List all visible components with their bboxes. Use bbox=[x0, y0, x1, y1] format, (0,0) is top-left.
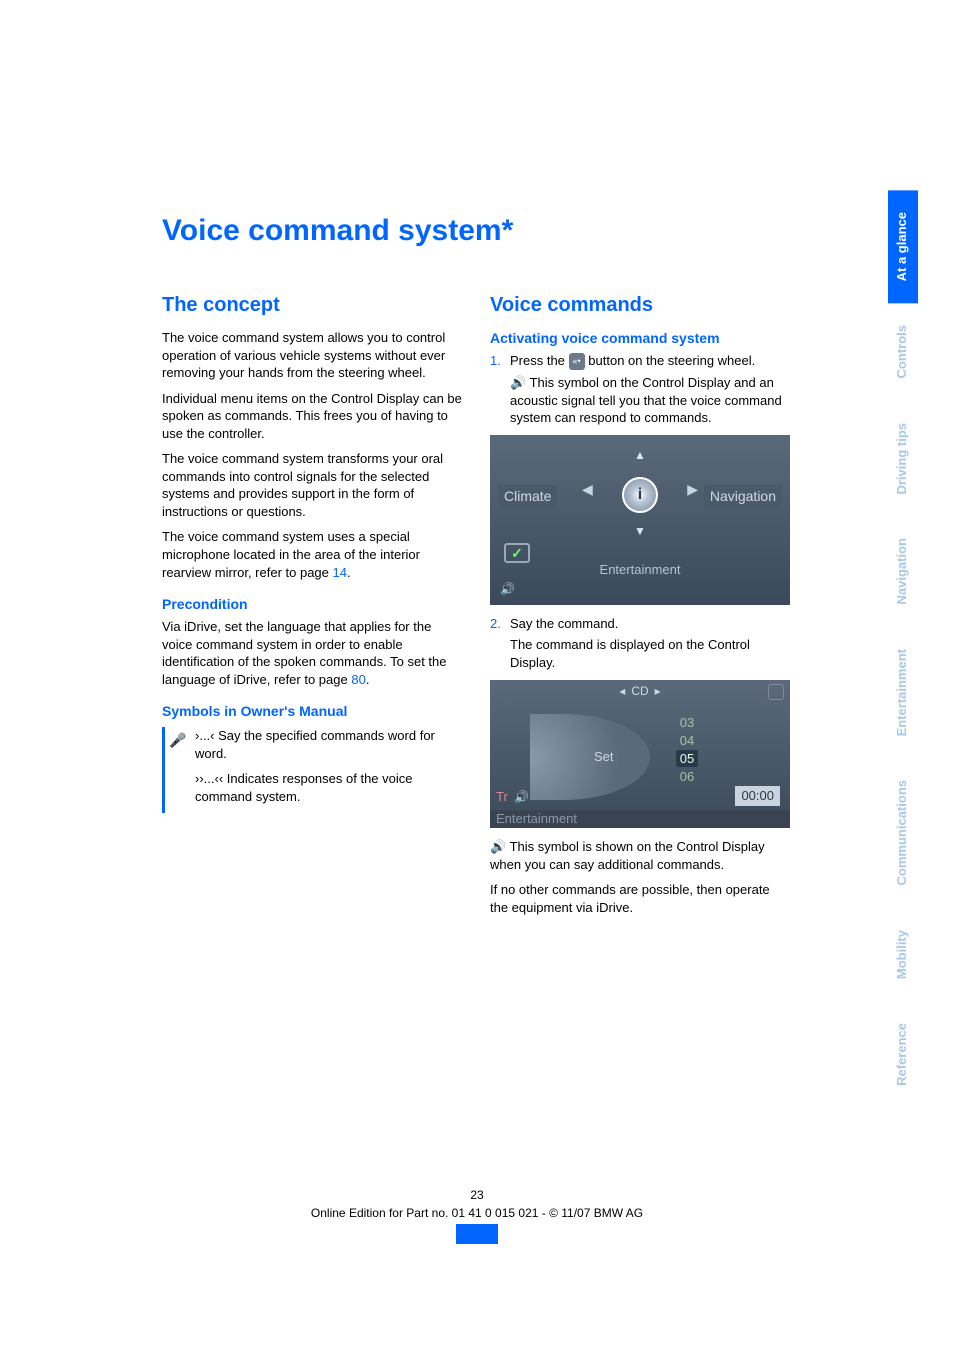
heading-symbols: Symbols in Owner's Manual bbox=[162, 702, 462, 721]
cd-title: CD bbox=[631, 683, 648, 699]
cd-left-arrow-icon: ◂ bbox=[619, 683, 625, 699]
cd-bottom-label: Entertainment bbox=[490, 810, 790, 828]
left-column: The concept The voice command system all… bbox=[162, 292, 462, 925]
tab-driving-tips[interactable]: Driving tips bbox=[888, 401, 918, 517]
cd-track-04: 04 bbox=[676, 732, 698, 750]
tab-navigation[interactable]: Navigation bbox=[888, 516, 918, 626]
heading-voice-commands: Voice commands bbox=[490, 292, 790, 319]
microphone-icon: 🎤 bbox=[169, 729, 187, 751]
heading-activating: Activating voice command system bbox=[490, 329, 790, 348]
cd-track-05: 05 bbox=[676, 750, 698, 768]
tab-at-a-glance[interactable]: At a glance bbox=[888, 190, 918, 303]
menu-center-icon: i bbox=[622, 477, 658, 513]
concept-p2: Individual menu items on the Control Dis… bbox=[162, 390, 462, 443]
symbol-block: 🎤 ›...‹ Say the specified commands word … bbox=[162, 727, 462, 813]
speaker-prompt-icon: 🔊 bbox=[510, 374, 526, 392]
page-ref-80[interactable]: 80 bbox=[351, 672, 365, 687]
page-ref-14[interactable]: 14 bbox=[333, 565, 347, 580]
after-text-2: If no other commands are possible, then … bbox=[490, 881, 790, 916]
tab-entertainment[interactable]: Entertainment bbox=[888, 627, 918, 758]
right-column: Voice commands Activating voice command … bbox=[490, 292, 790, 925]
side-tab-strip: At a glance Controls Driving tips Naviga… bbox=[888, 190, 918, 1108]
voice-button-icon: «• bbox=[569, 353, 585, 369]
chevron-up-icon: ▲ bbox=[634, 447, 646, 463]
control-display-cd: ◂ CD ▸ Set 03 04 05 06 Tr 🔊 00:00 Entert… bbox=[490, 680, 790, 828]
tab-mobility[interactable]: Mobility bbox=[888, 908, 918, 1001]
page-title: Voice command system* bbox=[162, 214, 792, 248]
symbol-response: ››...‹‹ Indicates responses of the voice… bbox=[195, 770, 462, 805]
step-2: Say the command. The command is displaye… bbox=[490, 615, 790, 672]
after-text-1: 🔊 This symbol is shown on the Control Di… bbox=[490, 838, 790, 874]
tab-reference[interactable]: Reference bbox=[888, 1001, 918, 1108]
footer-line: Online Edition for Part no. 01 41 0 015 … bbox=[0, 1204, 954, 1222]
speaker-prompt-icon-2: 🔊 bbox=[490, 838, 506, 856]
menu-entertainment-label: Entertainment bbox=[600, 561, 681, 579]
chevron-down-icon: ▼ bbox=[634, 523, 646, 539]
page-number: 23 bbox=[0, 1186, 954, 1204]
confirm-check-icon: ✓ bbox=[504, 543, 530, 563]
page-marker bbox=[456, 1224, 498, 1244]
menu-arrow-left-icon: ◀ bbox=[582, 480, 593, 499]
menu-climate-label: Climate bbox=[498, 485, 557, 508]
cd-dial bbox=[530, 714, 650, 800]
step-1: Press the «• button on the steering whee… bbox=[490, 352, 790, 427]
concept-p4-text: The voice command system uses a special … bbox=[162, 529, 420, 579]
precondition-text: Via iDrive, set the language that applie… bbox=[162, 618, 462, 688]
heading-precondition: Precondition bbox=[162, 595, 462, 614]
cd-speaker-icon: 🔊 bbox=[514, 789, 529, 805]
concept-p4: The voice command system uses a special … bbox=[162, 528, 462, 581]
cd-set-label: Set bbox=[594, 748, 614, 766]
speaker-status-icon: 🔊 bbox=[500, 581, 515, 597]
step-2a: Say the command. bbox=[510, 616, 618, 631]
step-2b: The command is displayed on the Control … bbox=[510, 636, 790, 671]
control-display-menu: ▲ ◀ i ▶ ▼ Climate Navigation ✓ Entertain… bbox=[490, 435, 790, 605]
cd-time: 00:00 bbox=[735, 786, 780, 806]
cd-right-arrow-icon: ▸ bbox=[655, 683, 661, 699]
menu-navigation-label: Navigation bbox=[704, 485, 782, 508]
cd-corner-icon bbox=[768, 684, 784, 700]
concept-p1: The voice command system allows you to c… bbox=[162, 329, 462, 382]
symbol-say-command: ›...‹ Say the specified commands word fo… bbox=[195, 727, 462, 762]
page-footer: 23 Online Edition for Part no. 01 41 0 0… bbox=[0, 1186, 954, 1222]
cd-track-03: 03 bbox=[676, 714, 698, 732]
concept-p3: The voice command system transforms your… bbox=[162, 450, 462, 520]
tab-controls[interactable]: Controls bbox=[888, 303, 918, 400]
cd-track-06: 06 bbox=[676, 768, 698, 786]
tab-communications[interactable]: Communications bbox=[888, 758, 918, 907]
step-1-sub: This symbol on the Control Display and a… bbox=[510, 375, 782, 426]
menu-arrow-right-icon: ▶ bbox=[687, 480, 698, 499]
heading-the-concept: The concept bbox=[162, 292, 462, 319]
cd-tr-label: Tr bbox=[496, 788, 508, 806]
